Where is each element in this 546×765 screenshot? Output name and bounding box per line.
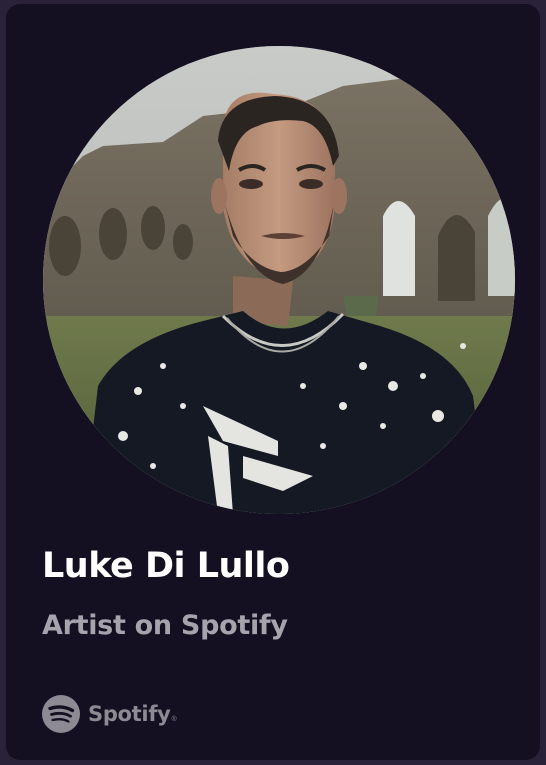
artist-avatar[interactable]: [43, 46, 515, 514]
spotify-logo-icon: [42, 695, 80, 733]
artist-subtitle: Artist on Spotify: [42, 610, 288, 641]
spotify-brand[interactable]: Spotify ®: [41, 694, 177, 734]
artist-name[interactable]: Luke Di Lullo: [42, 546, 290, 586]
artist-card[interactable]: Luke Di Lullo Artist on Spotify Spotify …: [6, 4, 540, 760]
trademark-symbol: ®: [171, 716, 177, 723]
spotify-wordmark: Spotify: [88, 702, 171, 726]
artist-photo: [43, 46, 515, 514]
page-background: Luke Di Lullo Artist on Spotify Spotify …: [0, 0, 546, 765]
